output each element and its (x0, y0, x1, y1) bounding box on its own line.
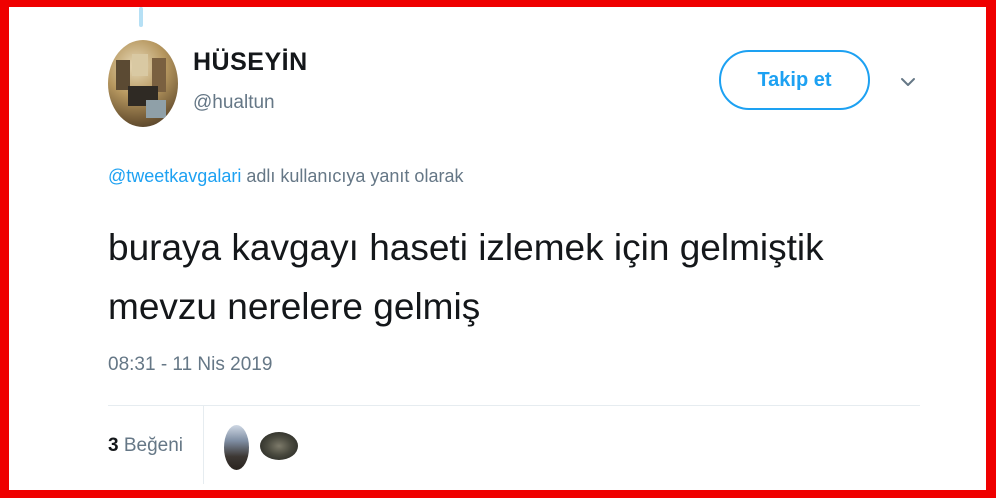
chevron-down-icon[interactable] (898, 72, 918, 92)
tweet-text-line: mevzu nerelere gelmiş (108, 286, 481, 327)
liker-avatar[interactable] (260, 432, 298, 460)
reply-context: @tweetkavgalari adlı kullanıcıya yanıt o… (108, 166, 463, 187)
likes-stat[interactable]: 3 Beğeni (108, 435, 183, 457)
follow-button-label: Takip et (757, 68, 832, 91)
tweet-text-line: buraya kavgayı haseti izlemek için gelmi… (108, 227, 824, 268)
tweet-timestamp[interactable]: 08:31 - 11 Nis 2019 (108, 354, 272, 376)
likes-count: 3 (108, 435, 119, 456)
follow-button[interactable]: Takip et (719, 50, 870, 110)
stats-divider (203, 406, 204, 484)
user-handle[interactable]: @hualtun (193, 92, 275, 114)
tweet-text: buraya kavgayı haseti izlemek için gelmi… (108, 218, 928, 336)
reply-context-text: adlı kullanıcıya yanıt olarak (241, 166, 464, 186)
avatar[interactable] (108, 40, 178, 127)
liker-avatar[interactable] (224, 425, 249, 470)
reply-mention-link[interactable]: @tweetkavgalari (108, 166, 241, 186)
likes-label: Beğeni (118, 435, 184, 456)
divider (108, 405, 920, 406)
reply-thread-line (139, 7, 143, 27)
user-display-name[interactable]: HÜSEYİN (193, 48, 308, 77)
